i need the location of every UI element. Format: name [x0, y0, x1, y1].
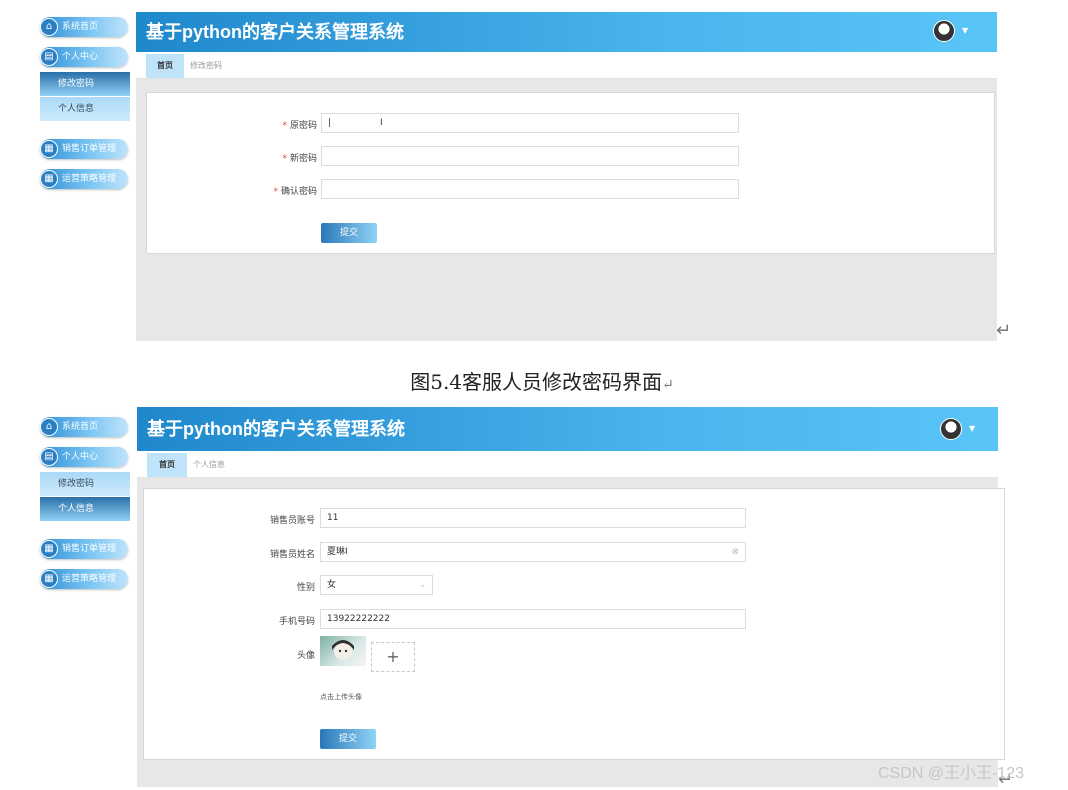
sidebar-subitem-personal-info[interactable]: 个人信息 — [40, 97, 130, 121]
sidebar-item-label: 个人信息 — [58, 104, 95, 114]
avatar-portrait — [332, 640, 354, 660]
confirm-password-input[interactable] — [321, 179, 739, 199]
sidebar-item-label: 系统首页 — [62, 422, 99, 432]
app-title: 基于python的客户关系管理系统 — [146, 22, 404, 42]
grid-icon: ▦ — [40, 170, 58, 188]
sidebar-item-label: 销售订单管理 — [62, 544, 117, 554]
sidebar-item-home[interactable]: ⌂ 系统首页 — [40, 17, 128, 37]
sidebar-item-label: 个人信息 — [58, 504, 95, 514]
sidebar-item-label: 修改密码 — [58, 479, 95, 489]
sidebar-item-personal-center[interactable]: ▤ 个人中心 — [40, 447, 128, 467]
chevron-down-icon[interactable]: ▼ — [969, 424, 975, 433]
name-label: 销售员姓名 — [269, 550, 315, 560]
app-header: 基于python的客户关系管理系统 ▼ — [137, 407, 998, 451]
sidebar-item-sales-orders[interactable]: ▦ 销售订单管理 — [40, 139, 128, 159]
grid-icon: ▦ — [40, 570, 58, 588]
submit-button[interactable]: 提交 — [320, 729, 376, 749]
sidebar-item-ops-strategy[interactable]: ▦ 运营策略管理 — [40, 569, 128, 589]
user-avatar[interactable] — [940, 418, 962, 440]
chevron-down-icon[interactable]: ▼ — [962, 26, 968, 35]
gender-select[interactable]: 女 ⌄ — [320, 575, 433, 595]
csdn-watermark: CSDN @王小王-123 — [878, 765, 1025, 782]
new-password-label: * 新密码 — [282, 154, 317, 164]
app-title: 基于python的客户关系管理系统 — [147, 419, 405, 439]
new-password-input[interactable] — [321, 146, 739, 166]
account-label: 销售员账号 — [269, 516, 315, 526]
home-icon: ⌂ — [40, 418, 58, 436]
submit-button[interactable]: 提交 — [321, 223, 377, 243]
sidebar-item-ops-strategy[interactable]: ▦ 运营策略管理 — [40, 169, 128, 189]
sidebar-subitem-change-password[interactable]: 修改密码 — [40, 472, 130, 496]
sidebar-subitem-personal-info[interactable]: 个人信息 — [40, 497, 130, 521]
text-cursor-icon: I — [345, 547, 348, 557]
return-mark: ↵ — [996, 320, 1012, 341]
home-icon: ⌂ — [40, 18, 58, 36]
sidebar-item-label: 销售订单管理 — [62, 144, 117, 154]
tab-home[interactable]: 首页 — [147, 453, 187, 477]
tab-bar: 首页 修改密码 — [136, 52, 997, 79]
user-avatar[interactable] — [933, 20, 955, 42]
tab-bar: 首页 个人信息 — [137, 451, 998, 478]
old-password-label: * 原密码 — [282, 121, 317, 131]
gender-label: 性别 — [296, 583, 315, 593]
id-card-icon: ▤ — [40, 448, 58, 466]
tab-personal-info[interactable]: 个人信息 — [189, 453, 229, 477]
sidebar-item-label: 个人中心 — [62, 452, 99, 462]
upload-avatar-button[interactable]: + — [371, 642, 415, 672]
grid-icon: ▦ — [40, 140, 58, 158]
grid-icon: ▦ — [40, 540, 58, 558]
avatar-image[interactable] — [320, 636, 366, 666]
sidebar-subitem-change-password[interactable]: 修改密码 — [40, 72, 130, 96]
clear-icon[interactable]: ⊗ — [731, 543, 739, 561]
confirm-password-label: * 确认密码 — [273, 187, 317, 197]
sidebar-item-home[interactable]: ⌂ 系统首页 — [40, 417, 128, 437]
old-password-input[interactable]: | I — [321, 113, 739, 133]
id-card-icon: ▤ — [40, 48, 58, 66]
account-input[interactable]: 11 — [320, 508, 746, 528]
figure-caption: 图5.4客服人员修改密码界面↵ — [410, 370, 674, 394]
plus-icon: + — [386, 647, 400, 666]
sidebar-item-label: 个人中心 — [62, 52, 99, 62]
name-input[interactable]: 夏琳 I ⊗ — [320, 542, 746, 562]
avatar-label: 头像 — [296, 651, 315, 661]
sidebar-item-sales-orders[interactable]: ▦ 销售订单管理 — [40, 539, 128, 559]
phone-input[interactable]: 13922222222 — [320, 609, 746, 629]
phone-label: 手机号码 — [278, 617, 315, 627]
sidebar-item-label: 运营策略管理 — [62, 574, 117, 584]
sidebar-item-personal-center[interactable]: ▤ 个人中心 — [40, 47, 128, 67]
text-cursor-icon: I — [380, 118, 383, 128]
chevron-down-icon: ⌄ — [419, 580, 426, 589]
sidebar-item-label: 系统首页 — [62, 22, 99, 32]
tab-change-password[interactable]: 修改密码 — [186, 54, 226, 78]
sidebar-item-label: 修改密码 — [58, 79, 95, 89]
tab-home[interactable]: 首页 — [146, 54, 184, 78]
app-header: 基于python的客户关系管理系统 ▼ — [136, 12, 997, 52]
sidebar-item-label: 运营策略管理 — [62, 174, 117, 184]
upload-hint: 点击上传头像 — [320, 693, 362, 701]
